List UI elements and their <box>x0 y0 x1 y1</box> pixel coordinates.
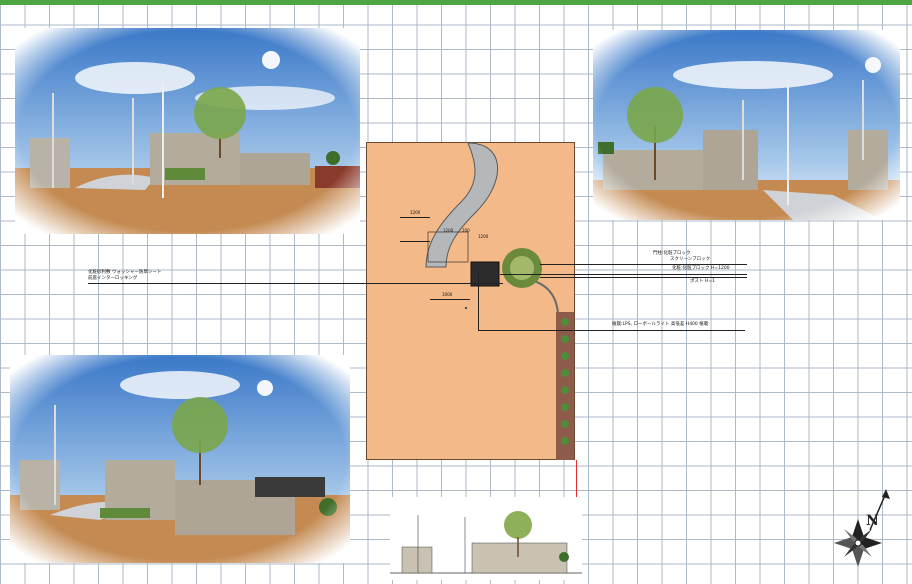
left-callout-leader <box>88 283 503 284</box>
right-callout-leader <box>500 274 747 275</box>
north-label: N <box>866 513 879 529</box>
left-callout-label: 前庭インターロッキング <box>88 276 138 281</box>
dimension-line <box>400 241 430 242</box>
right-callout-leader <box>478 330 745 331</box>
dimension-line <box>430 299 470 300</box>
right-callout-label: スクリーンブロック <box>670 257 711 262</box>
right-callout-leader <box>478 270 479 330</box>
dimension-line <box>400 217 430 218</box>
dimension-label: 200 <box>462 228 470 233</box>
right-callout-label: 植栽:LPS, ローボールライト 高低差 H400 植栽 <box>612 322 709 327</box>
top-border <box>0 0 912 5</box>
right-callout-label: ポスト H=1 <box>690 279 715 284</box>
perspective-render-3 <box>10 355 350 563</box>
dimension-label: 1200 <box>478 234 489 239</box>
elevation-drawing <box>390 497 582 580</box>
perspective-render-1 <box>15 28 360 234</box>
dimension-label: 1200 <box>410 210 421 215</box>
dimension-label: 1200 <box>443 228 454 233</box>
dimension-label: 1000 <box>442 292 453 297</box>
right-callout-leader <box>540 264 747 265</box>
right-callout-leader <box>540 277 747 278</box>
north-compass-icon: N <box>828 485 898 570</box>
site-plan <box>366 142 575 460</box>
perspective-render-2 <box>593 30 900 220</box>
right-callout-label: 化粧:化粧ブロック H=1200 <box>672 266 730 271</box>
